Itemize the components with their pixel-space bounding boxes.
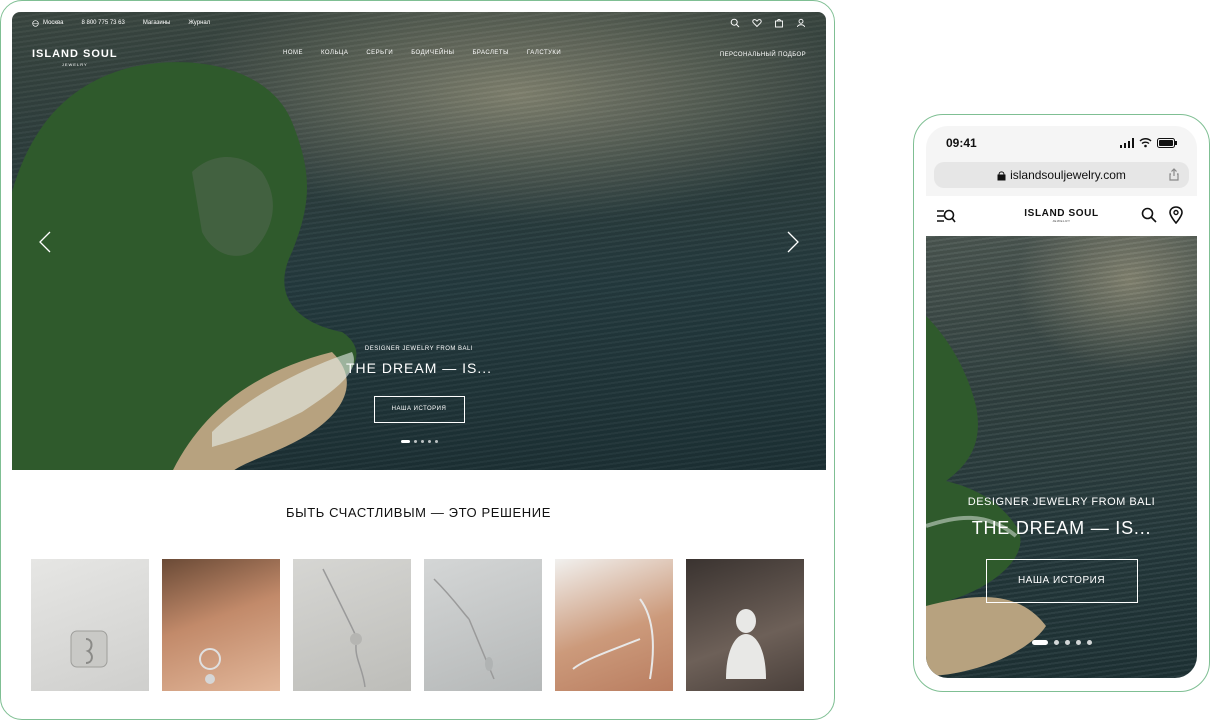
journal-label: Журнал — [188, 20, 211, 26]
status-time: 09:41 — [946, 136, 977, 150]
address-bar[interactable]: islandsouljewelry.com — [934, 162, 1189, 188]
header-icons — [730, 18, 806, 28]
chevron-right-icon[interactable] — [786, 230, 800, 254]
signal-icon — [1120, 138, 1134, 148]
product-thumb-ring[interactable] — [31, 559, 149, 691]
desktop-mockup: Москва 8 800 775 73 63 Магазины Журнал I… — [0, 0, 835, 720]
mobile-our-story-button[interactable]: НАША ИСТОРИЯ — [985, 559, 1138, 603]
share-icon[interactable] — [1169, 168, 1179, 181]
search-icon[interactable] — [730, 18, 740, 28]
personal-selection-link[interactable]: ПЕРСОНАЛЬНЫЙ ПОДБОР — [720, 52, 806, 58]
search-icon[interactable] — [1141, 207, 1157, 223]
logo-subtext: JEWELRY — [61, 62, 88, 67]
battery-icon — [1157, 138, 1177, 148]
phone-link[interactable]: 8 800 775 73 63 — [81, 20, 124, 26]
globe-icon — [32, 19, 39, 27]
product-thumb-necklace-lotus[interactable] — [293, 559, 411, 691]
section-heading: БЫТЬ СЧАСТЛИВЫМ — ЭТО РЕШЕНИЕ — [285, 505, 551, 520]
url-text: islandsouljewelry.com — [1010, 168, 1126, 182]
slider-dot[interactable] — [413, 440, 417, 443]
product-thumb-necklace-drop[interactable] — [424, 559, 542, 691]
slider-dot[interactable] — [427, 440, 431, 443]
mobile-hero-text: DESIGNER JEWELRY FROM BALI THE DREAM — I… — [926, 496, 1197, 603]
mobile-hero-banner: DESIGNER JEWELRY FROM BALI THE DREAM — I… — [926, 236, 1197, 678]
slider-dot[interactable] — [1031, 640, 1048, 645]
city-label: Москва — [43, 20, 64, 26]
status-icons — [1120, 138, 1177, 148]
slider-dot[interactable] — [1086, 640, 1092, 645]
mobile-hero-subtitle: DESIGNER JEWELRY FROM BALI — [967, 496, 1156, 508]
nav-item-bodychains[interactable]: БОДИЧЕЙНЫ — [411, 50, 454, 56]
product-thumb-bracelet[interactable] — [555, 559, 673, 691]
brand-logo[interactable]: ISLAND SOUL JEWELRY — [32, 48, 118, 67]
phone-screen: 09:41 islandsouljewelry.com ISLAND SOUL … — [926, 126, 1197, 678]
slider-dot[interactable] — [400, 440, 410, 443]
nav-item-ties[interactable]: ГАЛСТУКИ — [527, 50, 561, 56]
main-nav: HOME КОЛЬЦА СЕРЬГИ БОДИЧЕЙНЫ БРАСЛЕТЫ ГА… — [283, 50, 561, 56]
status-bar: 09:41 — [926, 126, 1197, 160]
hero-banner: Москва 8 800 775 73 63 Магазины Журнал I… — [12, 12, 826, 470]
bag-icon[interactable] — [774, 18, 784, 28]
slider-dot[interactable] — [1053, 640, 1059, 645]
mobile-slider-dots — [926, 640, 1197, 645]
phone-label: 8 800 775 73 63 — [81, 20, 125, 26]
journal-link[interactable]: Журнал — [188, 20, 210, 26]
city-selector[interactable]: Москва — [32, 19, 64, 27]
mobile-header: ISLAND SOUL JEWELRY — [926, 196, 1197, 236]
nav-item-rings[interactable]: КОЛЬЦА — [321, 50, 348, 56]
wifi-icon — [1139, 138, 1152, 148]
nav-item-bracelets[interactable]: БРАСЛЕТЫ — [472, 50, 508, 56]
slider-dot[interactable] — [434, 440, 438, 443]
top-bar: Москва 8 800 775 73 63 Магазины Журнал — [12, 12, 826, 34]
our-story-button[interactable]: НАША ИСТОРИЯ — [373, 396, 465, 423]
slider-dots — [12, 440, 826, 443]
mobile-hero-title: THE DREAM — IS... — [971, 518, 1152, 538]
chevron-left-icon[interactable] — [38, 230, 52, 254]
nav-item-home[interactable]: HOME — [283, 50, 303, 56]
heart-icon[interactable] — [752, 18, 762, 28]
cliff-illustration — [926, 316, 1046, 676]
product-thumb-buddha[interactable] — [686, 559, 804, 691]
slider-dot[interactable] — [420, 440, 424, 443]
slider-dot[interactable] — [1075, 640, 1081, 645]
user-icon[interactable] — [796, 18, 806, 28]
hero-subtitle: DESIGNER JEWELRY FROM BALI — [364, 346, 474, 352]
location-pin-icon[interactable] — [1169, 206, 1183, 224]
lock-icon — [997, 170, 1006, 180]
hero-text: DESIGNER JEWELRY FROM BALI THE DREAM — I… — [12, 346, 826, 423]
logo-text: ISLAND SOUL — [32, 48, 118, 60]
product-gallery — [31, 559, 804, 691]
slider-dot[interactable] — [1064, 640, 1070, 645]
stores-label: Магазины — [142, 20, 171, 26]
hero-title: THE DREAM — IS... — [345, 360, 493, 376]
product-thumb-earring[interactable] — [162, 559, 280, 691]
nav-item-earrings[interactable]: СЕРЬГИ — [366, 50, 393, 56]
stores-link[interactable]: Магазины — [143, 20, 170, 26]
